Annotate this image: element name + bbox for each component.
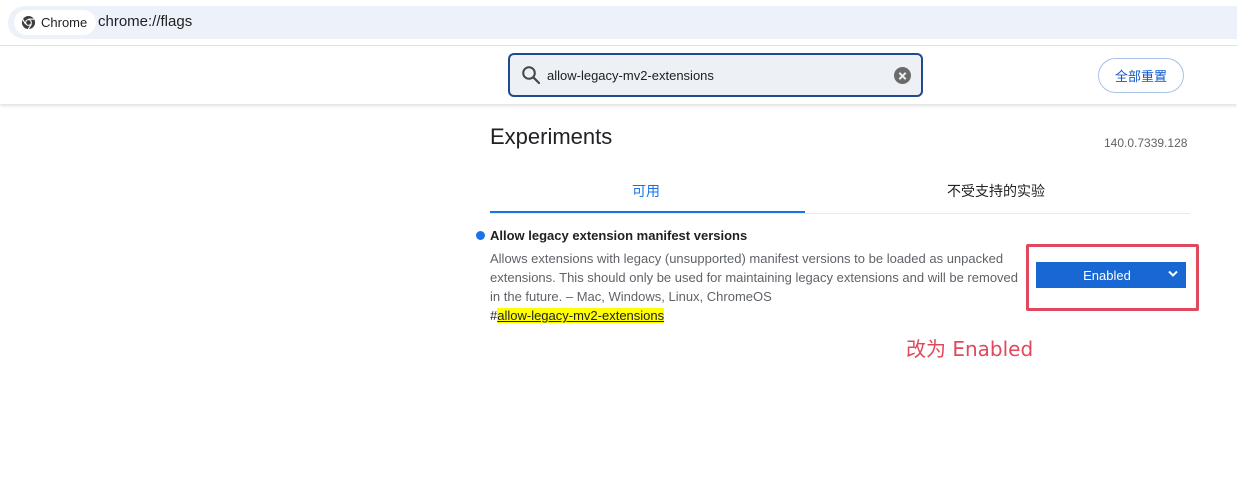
tab-unavailable[interactable]: 不受支持的实验 (947, 181, 1045, 201)
flag-name: Allow legacy extension manifest versions (490, 228, 748, 243)
tab-divider (490, 213, 1190, 214)
modified-indicator (476, 231, 485, 240)
site-chip-label: Chrome (41, 15, 88, 30)
flag-link[interactable]: allow-legacy-mv2-extensions (497, 308, 665, 323)
chrome-logo-icon (21, 15, 36, 30)
flag-permalink: #allow-legacy-mv2-extensions (490, 308, 665, 323)
reset-all-button[interactable]: 全部重置 (1098, 58, 1184, 93)
flag-description: Allows extensions with legacy (unsupport… (490, 251, 1019, 304)
site-chip[interactable]: Chrome (14, 10, 97, 35)
selected-tab-indicator (490, 211, 805, 213)
url-text[interactable]: chrome://flags (98, 13, 192, 30)
search-icon (522, 66, 541, 85)
flag-search-box[interactable] (508, 53, 923, 97)
chevron-down-icon (1168, 270, 1178, 277)
annotation-note: 改为 Enabled (906, 337, 1034, 361)
search-input[interactable] (547, 55, 887, 95)
omnibox[interactable]: Chrome chrome://flags (8, 6, 1237, 39)
clear-icon[interactable] (894, 67, 911, 84)
page-title: Experiments (490, 124, 613, 149)
flags-header: 全部重置 (0, 46, 1237, 104)
flag-status-select[interactable]: Enabled (1036, 262, 1186, 288)
tab-available[interactable]: 可用 (632, 181, 660, 201)
version-label: 140.0.7339.128 (1104, 136, 1188, 150)
flag-status-value: Enabled (1083, 267, 1131, 283)
browser-toolbar: Chrome chrome://flags (0, 0, 1237, 46)
